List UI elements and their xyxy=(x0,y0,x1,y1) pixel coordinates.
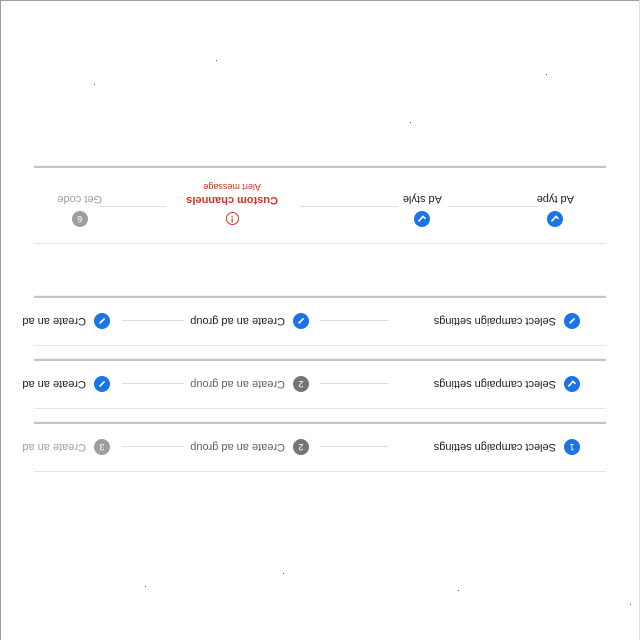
step-label: Ad style xyxy=(402,193,442,205)
step-label: Select campaign settings xyxy=(433,315,556,327)
step-label: Get code xyxy=(57,193,102,205)
step-label: Select campaign settings xyxy=(433,378,556,390)
step-number-badge: 6 xyxy=(71,211,88,227)
step-connector xyxy=(122,320,184,321)
step-ad-type[interactable]: Ad type xyxy=(537,193,574,227)
step-connector xyxy=(448,206,538,207)
step-create-ad-group[interactable]: Create an ad group xyxy=(190,313,309,329)
stepper-numbered: 1 Select campaign settings 2 Create an a… xyxy=(22,422,606,472)
step-custom-channels[interactable]: ! Custom channels Alert message xyxy=(186,182,278,225)
step-create-ad[interactable]: Create an ad xyxy=(22,376,110,392)
step-connector xyxy=(300,206,398,207)
error-icon: ! xyxy=(225,212,239,225)
pencil-icon xyxy=(564,313,580,329)
step-number-badge: 3 xyxy=(94,439,110,455)
pencil-icon xyxy=(94,376,110,392)
check-icon xyxy=(547,211,564,227)
stepper-with-error: Ad type Ad style ! Custom channels Alert… xyxy=(34,166,606,244)
step-label: Create an ad group xyxy=(190,441,285,453)
step-select-campaign-settings[interactable]: Select campaign settings xyxy=(434,313,580,329)
step-connector xyxy=(320,320,388,321)
step-select-campaign-settings[interactable]: Select campaign settings xyxy=(434,376,580,392)
step-label: Create an ad group xyxy=(190,315,285,327)
step-create-ad-group[interactable]: 2 Create an ad group xyxy=(190,376,309,392)
step-connector xyxy=(122,446,184,447)
pencil-icon xyxy=(293,313,309,329)
stepper-editable: Select campaign settings Create an ad gr… xyxy=(22,296,606,346)
step-label: Create an ad xyxy=(22,315,86,327)
step-connector xyxy=(320,446,388,447)
step-create-ad-group[interactable]: 2 Create an ad group xyxy=(190,439,309,455)
step-connector xyxy=(100,206,166,207)
step-create-ad: 3 Create an ad xyxy=(22,439,110,455)
step-label: Select campaign settings xyxy=(433,441,556,453)
step-number-badge: 2 xyxy=(293,376,309,392)
step-connector xyxy=(320,383,388,384)
pencil-icon xyxy=(94,313,110,329)
step-label: Create an ad xyxy=(22,441,86,453)
step-number-badge: 1 xyxy=(564,439,580,455)
check-icon xyxy=(414,211,431,227)
step-number-badge: 2 xyxy=(293,439,309,455)
stepper-mixed: Select campaign settings 2 Create an ad … xyxy=(22,359,606,409)
step-get-code: 6 Get code xyxy=(57,193,102,227)
check-icon xyxy=(564,376,580,392)
alert-message: Alert message xyxy=(203,182,261,192)
step-label: Ad type xyxy=(536,193,574,205)
step-select-campaign-settings[interactable]: 1 Select campaign settings xyxy=(434,439,580,455)
step-label: Create an ad xyxy=(22,378,86,390)
step-connector xyxy=(122,383,184,384)
step-create-ad[interactable]: Create an ad xyxy=(22,313,110,329)
step-label-error: Custom channels xyxy=(186,194,278,206)
step-label: Create an ad group xyxy=(190,378,285,390)
stepper-showcase: 1 Select campaign settings 2 Create an a… xyxy=(0,0,640,640)
step-ad-style[interactable]: Ad style xyxy=(403,193,442,227)
